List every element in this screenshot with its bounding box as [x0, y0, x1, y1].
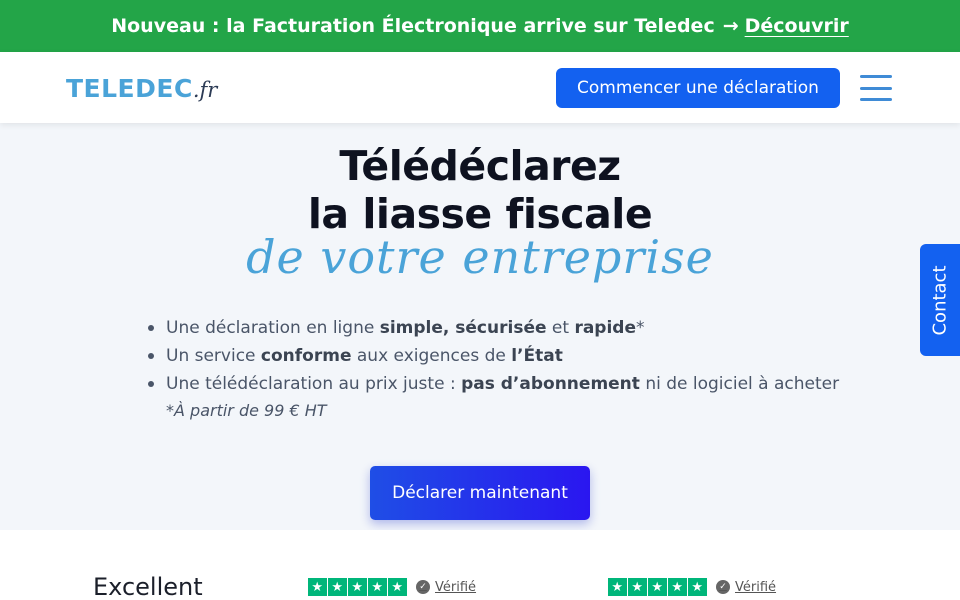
- price-note: *À partir de 99 € HT: [166, 401, 327, 420]
- check-icon: ✓: [716, 580, 730, 594]
- hamburger-line: [860, 98, 892, 101]
- hero-title-line-1: Télédéclarez: [339, 142, 621, 190]
- banner-text: Nouveau : la Facturation Électronique ar…: [111, 15, 715, 37]
- hamburger-icon[interactable]: [860, 75, 892, 101]
- check-icon: ✓: [416, 580, 430, 594]
- verified-label: Vérifié: [435, 579, 477, 595]
- verified-link[interactable]: ✓ Vérifié: [416, 580, 476, 595]
- review-item: ★ ★ ★ ★ ★ ✓ Vérifié: [608, 578, 776, 596]
- star-icon: ★: [628, 578, 647, 596]
- arrow-right-icon: →: [722, 15, 739, 37]
- star-icon: ★: [368, 578, 387, 596]
- star-rating: ★ ★ ★ ★ ★: [608, 578, 708, 596]
- review-item: ★ ★ ★ ★ ★ ✓ Vérifié: [308, 578, 476, 596]
- site-header: TELEDEC .fr Commencer une déclaration: [0, 52, 960, 123]
- star-icon: ★: [668, 578, 687, 596]
- hero-title: Télédéclarez la liasse fiscale: [0, 142, 960, 238]
- star-icon: ★: [388, 578, 407, 596]
- contact-tab[interactable]: Contact: [920, 244, 960, 356]
- list-item: Une déclaration en ligne simple, sécuris…: [147, 314, 839, 342]
- teledec-logo[interactable]: TELEDEC .fr: [66, 74, 217, 103]
- star-icon: ★: [348, 578, 367, 596]
- feature-list: Une déclaration en ligne simple, sécuris…: [147, 314, 839, 398]
- star-icon: ★: [308, 578, 327, 596]
- star-rating: ★ ★ ★ ★ ★: [308, 578, 408, 596]
- hamburger-line: [860, 75, 892, 78]
- list-item: Un service conforme aux exigences de l’É…: [147, 342, 839, 370]
- star-icon: ★: [648, 578, 667, 596]
- hamburger-line: [860, 86, 892, 90]
- start-declaration-button[interactable]: Commencer une déclaration: [556, 68, 840, 108]
- star-icon: ★: [688, 578, 707, 596]
- verified-link[interactable]: ✓ Vérifié: [716, 580, 776, 595]
- rating-label: Excellent: [93, 573, 203, 600]
- logo-tld: .fr: [192, 78, 218, 102]
- logo-main: TELEDEC: [66, 74, 193, 103]
- declare-now-button[interactable]: Déclarer maintenant: [370, 466, 590, 520]
- verified-label: Vérifié: [735, 579, 777, 595]
- list-item: Une télédéclaration au prix juste : pas …: [147, 370, 839, 398]
- star-icon: ★: [608, 578, 627, 596]
- contact-tab-label: Contact: [929, 264, 951, 336]
- discover-link[interactable]: Découvrir: [745, 15, 849, 37]
- hero-subtitle: de votre entreprise: [246, 230, 714, 284]
- reviews-section: Excellent ★ ★ ★ ★ ★ ✓ Vérifié ★ ★ ★ ★ ★ …: [0, 530, 960, 600]
- announcement-banner: Nouveau : la Facturation Électronique ar…: [0, 0, 960, 52]
- star-icon: ★: [328, 578, 347, 596]
